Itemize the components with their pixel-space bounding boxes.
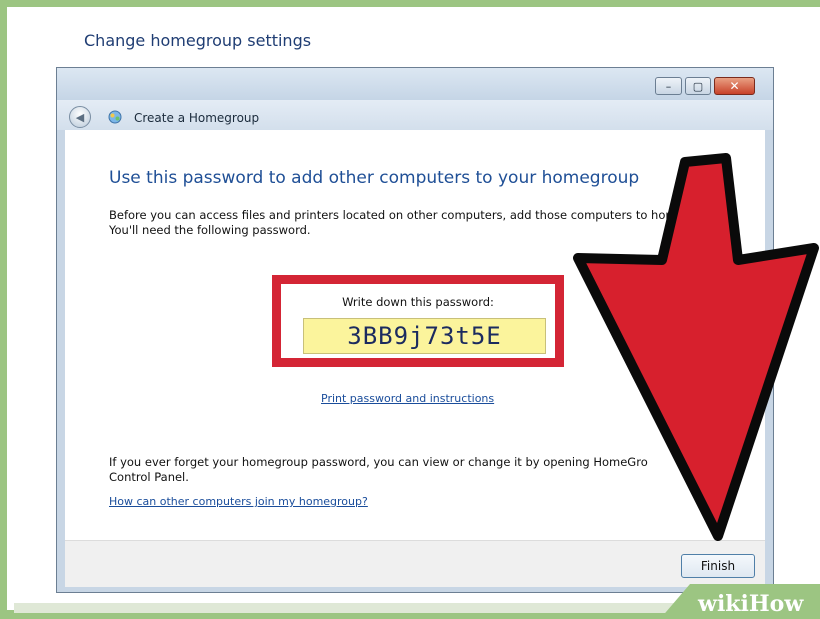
close-button[interactable]: ✕ [714,77,755,95]
navigation-bar: ◀ Create a Homegroup [57,100,773,130]
homegroup-icon [108,110,122,124]
window-title: Create a Homegroup [134,111,260,125]
join-homegroup-link[interactable]: How can other computers join my homegrou… [109,495,368,508]
content-heading: Use this password to add other computers… [109,168,640,188]
minimize-icon: – [665,79,672,93]
wikihow-watermark: wikiHow [660,584,820,619]
maximize-button[interactable]: ▢ [685,77,711,95]
password-field: 3BB9j73t5E [303,318,546,354]
watermark-text: wikiHow [697,591,804,617]
back-arrow-icon: ◀ [75,110,85,124]
password-highlight-box: Write down this password: 3BB9j73t5E [272,275,564,367]
finish-button[interactable]: Finish [681,554,755,578]
minimize-button[interactable]: – [655,77,682,95]
close-icon: ✕ [729,79,740,93]
maximize-icon: ▢ [692,79,704,93]
print-password-link[interactable]: Print password and instructions [321,392,494,405]
window-titlebar: – ▢ ✕ [57,68,773,100]
red-down-arrow-icon [573,153,819,541]
page-title: Change homegroup settings [84,31,312,50]
password-label: Write down this password: [342,295,494,309]
back-button[interactable]: ◀ [69,106,91,128]
